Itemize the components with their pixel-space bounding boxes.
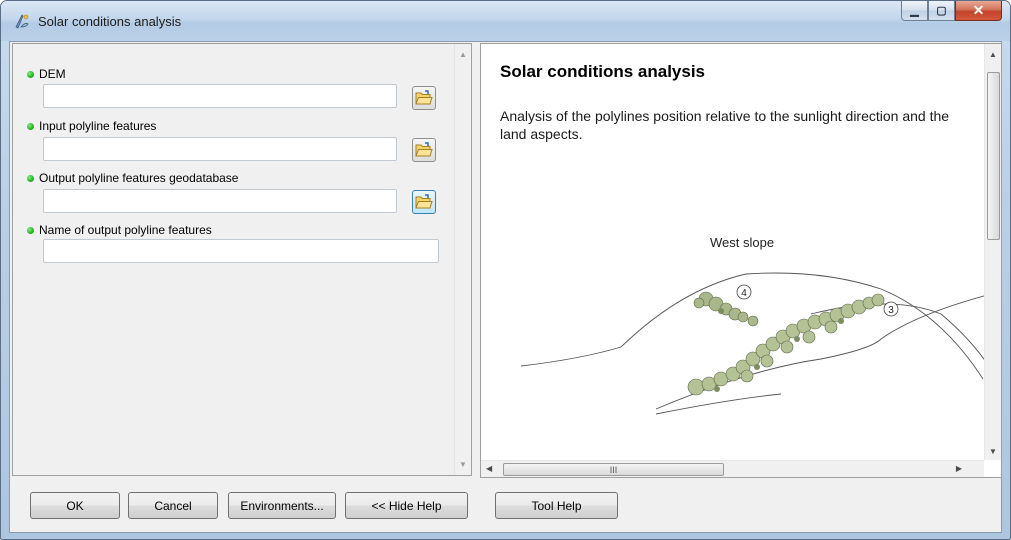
- help-pane: Solar conditions analysis Analysis of th…: [480, 43, 1002, 478]
- tool-help-button[interactable]: Tool Help: [495, 492, 618, 519]
- param-label-input-polyline: Input polyline features: [27, 119, 156, 133]
- title-bar[interactable]: Solar conditions analysis ▁ ▢ ✕: [1, 1, 1010, 41]
- marker-4-label: 4: [741, 288, 747, 299]
- minimize-icon: ▁: [910, 5, 919, 17]
- dem-browse-button[interactable]: [412, 86, 436, 110]
- scroll-grip-icon: III: [609, 464, 618, 475]
- parameters-pane: DEM Input polyline features Output polyl…: [12, 43, 472, 476]
- help-horizontal-scroll-thumb[interactable]: III: [503, 463, 724, 476]
- param-label-text: Output polyline features geodatabase: [39, 171, 239, 185]
- green-dot-icon: [27, 174, 34, 182]
- toolbox-icon: [15, 14, 29, 29]
- dem-input[interactable]: [43, 84, 397, 108]
- window-controls: ▁ ▢ ✕: [901, 1, 1002, 23]
- output-geodatabase-input[interactable]: [43, 189, 397, 213]
- parameters-scrollbar[interactable]: ▲ ▼: [454, 44, 471, 475]
- scroll-right-arrow-icon[interactable]: ▶: [956, 464, 962, 473]
- help-vertical-scrollbar[interactable]: ▲ ▼: [984, 44, 1001, 460]
- environments-button[interactable]: Environments...: [228, 492, 336, 519]
- param-label-text: Input polyline features: [39, 119, 157, 133]
- open-folder-icon: [415, 142, 433, 157]
- west-slope-illustration: 4 3: [521, 272, 991, 415]
- input-polyline-features-input[interactable]: [43, 137, 397, 161]
- output-geodatabase-browse-button[interactable]: [412, 190, 436, 214]
- green-dot-icon: [27, 122, 34, 130]
- minimize-button[interactable]: ▁: [901, 1, 928, 21]
- green-dot-icon: [27, 226, 34, 234]
- open-folder-icon: [415, 194, 433, 209]
- param-label-text: Name of output polyline features: [39, 223, 212, 237]
- output-name-input[interactable]: [43, 239, 439, 263]
- param-label-output-name: Name of output polyline features: [27, 223, 212, 237]
- cancel-button[interactable]: Cancel: [128, 492, 218, 519]
- open-folder-icon: [415, 90, 433, 105]
- maximize-button[interactable]: ▢: [928, 1, 955, 21]
- param-label-dem: DEM: [27, 67, 66, 81]
- scroll-down-arrow-icon[interactable]: ▼: [989, 447, 997, 456]
- input-polyline-browse-button[interactable]: [412, 138, 436, 162]
- help-title: Solar conditions analysis: [500, 62, 706, 81]
- scroll-left-arrow-icon[interactable]: ◀: [486, 464, 492, 473]
- hide-help-button[interactable]: << Hide Help: [345, 492, 468, 519]
- close-icon: ✕: [972, 2, 985, 18]
- ok-button[interactable]: OK: [30, 492, 120, 519]
- marker-3-label: 3: [888, 305, 894, 316]
- scroll-down-arrow-icon[interactable]: ▼: [459, 460, 467, 469]
- scroll-up-arrow-icon[interactable]: ▲: [459, 50, 467, 59]
- green-dot-icon: [27, 70, 34, 78]
- maximize-icon: ▢: [936, 5, 947, 17]
- help-vertical-scroll-thumb[interactable]: [987, 72, 1000, 240]
- param-label-text: DEM: [39, 67, 66, 81]
- param-label-output-geodatabase: Output polyline features geodatabase: [27, 171, 238, 185]
- illustration-caption: West slope: [710, 235, 775, 250]
- help-horizontal-scrollbar[interactable]: ◀ III ▶: [481, 460, 984, 477]
- help-description: Analysis of the polylines position relat…: [500, 108, 950, 142]
- tool-dialog-window: Solar conditions analysis ▁ ▢ ✕ DEM Inpu…: [0, 0, 1011, 540]
- scroll-up-arrow-icon[interactable]: ▲: [989, 50, 997, 59]
- close-button[interactable]: ✕: [955, 1, 1002, 21]
- window-title: Solar conditions analysis: [38, 14, 182, 29]
